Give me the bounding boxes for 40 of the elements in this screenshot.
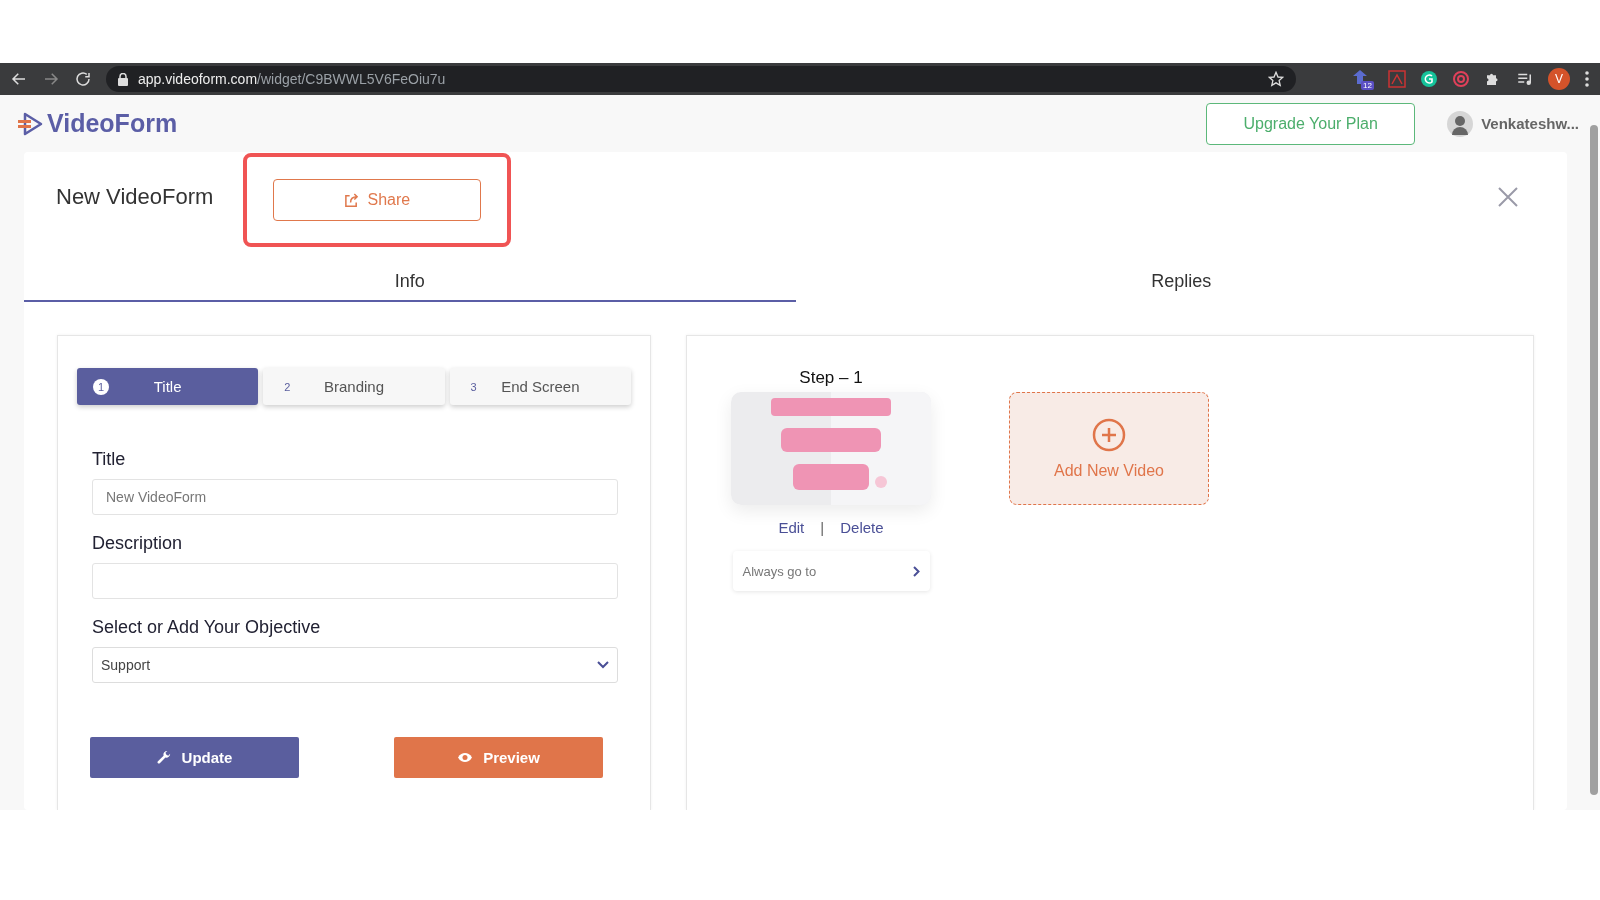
close-icon[interactable] xyxy=(1497,186,1519,208)
step-tab[interactable]: 1 Title xyxy=(77,368,259,405)
back-icon[interactable] xyxy=(10,70,28,88)
chevron-down-icon xyxy=(597,661,609,669)
edit-link[interactable]: Edit xyxy=(778,519,805,536)
field-label: Select or Add Your Objective xyxy=(92,617,322,638)
separator: | xyxy=(820,519,825,536)
lock-icon xyxy=(118,72,128,86)
step-title: Step – 1 xyxy=(799,368,863,389)
profile-avatar[interactable]: V xyxy=(1548,68,1570,90)
objective-select[interactable]: Support xyxy=(92,647,618,683)
avatar-icon xyxy=(1447,110,1474,137)
delete-link[interactable]: Delete xyxy=(840,519,884,536)
scrollbar[interactable] xyxy=(1590,125,1598,795)
tab[interactable]: Replies xyxy=(795,262,1567,302)
update-button[interactable]: Update xyxy=(90,737,299,778)
chevron-right-icon xyxy=(912,565,920,577)
route-select[interactable]: Always go to xyxy=(732,551,930,591)
plus-circle-icon xyxy=(1092,417,1126,452)
logo-text: VideoForm xyxy=(47,109,178,138)
logo-icon xyxy=(17,110,43,137)
input-field[interactable] xyxy=(92,563,618,599)
tab[interactable]: Info xyxy=(24,262,796,302)
field-label: Description xyxy=(92,533,184,554)
extension-badge: 12 xyxy=(1361,81,1374,90)
url-text: app.videoform.com/widget/C9BWWL5V6FeOiu7u xyxy=(138,71,446,87)
input-field[interactable]: New VideoForm xyxy=(92,479,618,515)
user-name[interactable]: Venkateshw... xyxy=(1481,115,1579,132)
field-label: Title xyxy=(92,449,127,470)
step-tab[interactable]: 3 End Screen xyxy=(449,368,631,405)
step-tab[interactable]: 2 Branding xyxy=(263,368,445,405)
forward-icon[interactable] xyxy=(42,70,60,88)
form-title: New VideoForm xyxy=(56,184,214,210)
share-icon xyxy=(344,192,360,208)
eye-icon xyxy=(457,752,474,763)
wrench-icon xyxy=(156,750,172,765)
menu-icon[interactable] xyxy=(1584,70,1590,88)
reload-icon[interactable] xyxy=(74,70,92,88)
star-icon[interactable] xyxy=(1268,71,1284,87)
address-bar[interactable]: app.videoform.com/widget/C9BWWL5V6FeOiu7u xyxy=(106,66,1296,92)
